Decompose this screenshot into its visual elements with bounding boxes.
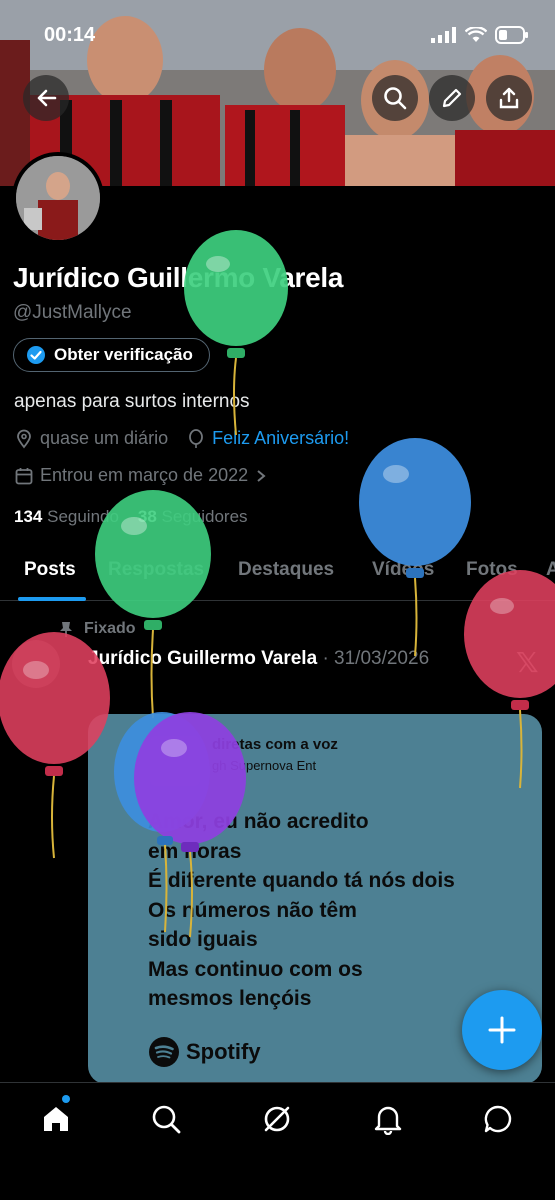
post-date: · 31/03/2026 xyxy=(322,648,430,669)
compose-button[interactable] xyxy=(462,990,542,1070)
lyrics-line: em horas xyxy=(148,839,242,863)
following-count: 134 xyxy=(14,507,43,526)
bell-icon xyxy=(374,1106,402,1135)
joined-row[interactable]: Entrou em março de 2022 xyxy=(14,465,268,486)
nav-grok[interactable] xyxy=(257,1099,297,1139)
pinned-indicator: Fixado xyxy=(58,620,136,638)
followers-label: Seguidores xyxy=(161,507,248,526)
tab-videos[interactable]: Vídeos xyxy=(372,559,434,581)
lyrics-line: sido iguais xyxy=(148,928,258,951)
get-verified-label: Obter verificação xyxy=(54,345,193,364)
chat-bubble-icon xyxy=(484,1105,512,1133)
nav-search[interactable] xyxy=(146,1099,186,1139)
system-icons xyxy=(431,26,529,44)
spotify-logo-icon xyxy=(149,1037,179,1067)
back-arrow-icon xyxy=(37,89,57,107)
post-author[interactable]: Jurídico Guillermo Varela xyxy=(88,648,317,669)
birthday-link[interactable]: Feliz Aniversário! xyxy=(212,428,349,449)
pinned-label: Fixado xyxy=(84,620,136,637)
following-label: Seguindo xyxy=(47,507,119,526)
spotify-brand: Spotify xyxy=(148,1036,261,1068)
avatar-photo xyxy=(16,156,100,240)
lyrics-line: mesmos lençóis xyxy=(148,987,312,1010)
lyrics-line: Amor, eu não acredito xyxy=(148,810,369,833)
nav-notifications[interactable] xyxy=(368,1099,408,1139)
tab-articles[interactable]: A xyxy=(546,559,555,581)
follow-stats: 134 Seguindo 38 Seguidores xyxy=(14,507,248,527)
lyrics-line: Os números não têm xyxy=(148,898,357,922)
profile-name: Jurídico Guillermo Varela xyxy=(13,262,344,293)
album-cover xyxy=(150,736,200,786)
profile-handle: @JustMallyce xyxy=(13,302,132,323)
share-button[interactable] xyxy=(486,75,532,121)
search-button[interactable] xyxy=(372,75,418,121)
lyrics-line: Mas continuo com os xyxy=(148,957,363,981)
profile-tabs: Posts Respostas Destaques Vídeos Fotos A xyxy=(0,545,555,601)
tab-replies[interactable]: Respostas xyxy=(108,559,204,581)
nav-home[interactable] xyxy=(36,1099,76,1139)
profile-avatar[interactable] xyxy=(12,152,104,244)
signal-icon xyxy=(431,27,456,43)
edit-button[interactable] xyxy=(429,75,475,121)
x-logo-icon: 𝕏 xyxy=(516,647,539,678)
get-verified-button[interactable]: Obter verificação xyxy=(13,338,210,372)
spotify-label: Spotify xyxy=(186,1039,261,1064)
pin-icon xyxy=(60,622,72,637)
location-pin-icon xyxy=(17,429,31,448)
back-button[interactable] xyxy=(23,75,69,121)
status-time: 00:14 xyxy=(44,24,96,46)
post-avatar[interactable] xyxy=(12,640,60,688)
share-icon xyxy=(499,87,519,109)
search-icon xyxy=(384,87,407,110)
tab-photos[interactable]: Fotos xyxy=(466,559,518,581)
balloon-icon xyxy=(189,428,203,448)
profile-location: quase um diário xyxy=(40,428,169,448)
active-tab-indicator xyxy=(18,597,86,601)
song-artist: gh Supernova Ent xyxy=(212,758,317,773)
calendar-icon xyxy=(15,467,33,484)
bottom-navigation xyxy=(0,1082,555,1200)
battery-icon xyxy=(495,26,528,44)
profile-joined-date: Entrou em março de 2022 xyxy=(40,465,249,485)
chevron-right-icon xyxy=(257,469,266,482)
plus-icon xyxy=(488,1016,516,1044)
tab-posts[interactable]: Posts xyxy=(24,559,76,581)
search-icon xyxy=(152,1105,181,1134)
profile-meta-row: quase um diário Feliz Aniversário! xyxy=(14,428,349,449)
grok-icon xyxy=(264,1106,290,1132)
post-header: Jurídico Guillermo Varela · 31/03/2026 xyxy=(88,648,429,670)
song-title: diretas com a voz xyxy=(212,736,338,753)
tab-highlights[interactable]: Destaques xyxy=(238,559,334,581)
pencil-icon xyxy=(442,88,462,108)
profile-bio: apenas para surtos internos xyxy=(14,391,250,412)
verified-badge-icon xyxy=(27,346,45,364)
following-link[interactable]: 134 Seguindo xyxy=(14,507,119,526)
followers-count: 38 xyxy=(137,507,157,526)
lyrics-line: É diferente quando tá nós dois xyxy=(148,869,455,892)
home-icon xyxy=(44,1107,68,1131)
profile-banner: 00:14 xyxy=(0,0,555,186)
wifi-icon xyxy=(465,27,487,42)
nav-messages[interactable] xyxy=(478,1099,518,1139)
notification-dot xyxy=(62,1095,70,1103)
lyrics-text: Amor, eu não acredito em horas É diferen… xyxy=(148,807,455,1014)
status-bar: 00:14 xyxy=(0,18,555,52)
followers-link[interactable]: 38 Seguidores xyxy=(138,507,248,526)
